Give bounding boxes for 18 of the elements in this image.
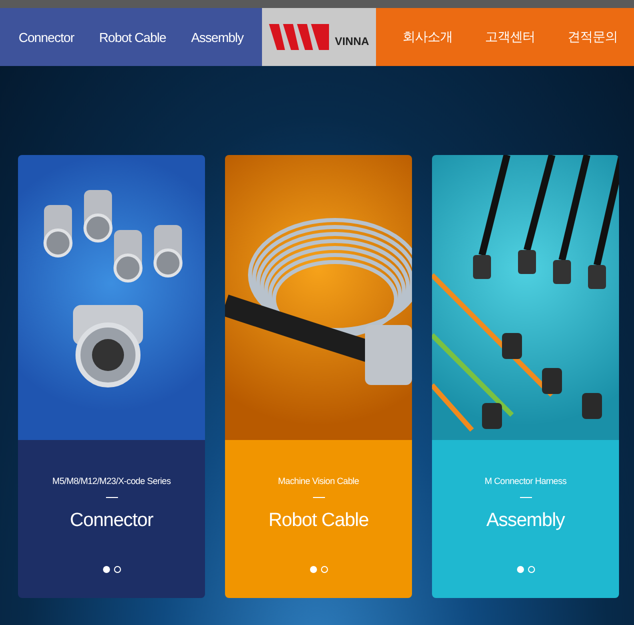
card-title: Assembly xyxy=(486,510,565,532)
card-title: Connector xyxy=(70,510,154,532)
logo-mark-icon xyxy=(268,24,331,50)
logo[interactable]: VINNA xyxy=(262,8,376,66)
card-title: Robot Cable xyxy=(268,510,369,532)
nav-link[interactable]: Assembly xyxy=(191,30,244,44)
pagination-dot[interactable] xyxy=(528,566,534,573)
pagination-dot[interactable] xyxy=(102,566,110,573)
nav-link[interactable]: Robot Cable xyxy=(99,30,166,44)
nav-link[interactable]: Connector xyxy=(18,30,74,44)
pagination-dot[interactable] xyxy=(310,566,316,573)
card-subtitle: M5/M8/M12/M23/X-code Series xyxy=(52,476,171,486)
pagination-dot[interactable] xyxy=(516,566,524,573)
pagination-dot[interactable] xyxy=(114,566,120,573)
logo-text: VINNA xyxy=(334,36,370,48)
card-subtitle: Machine Vision Cable xyxy=(278,476,359,486)
card-subtitle: M Connector Harness xyxy=(484,476,566,486)
pagination-dot[interactable] xyxy=(320,566,328,573)
